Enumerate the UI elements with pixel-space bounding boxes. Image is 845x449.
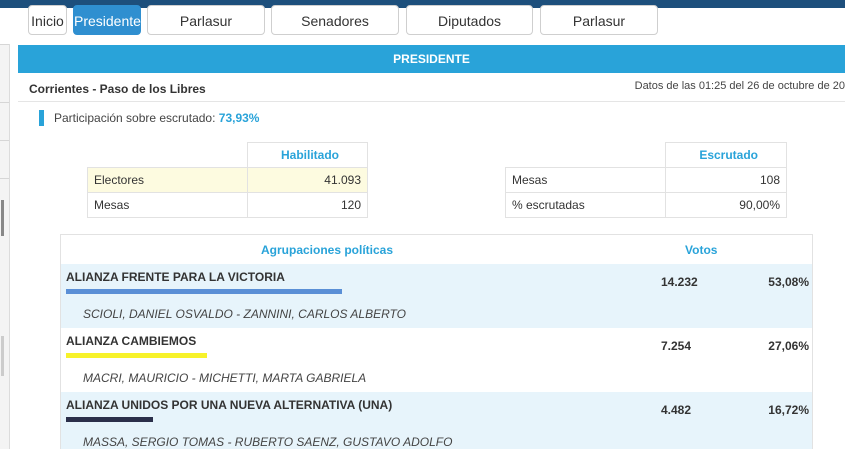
party-candidates: MACRI, MAURICIO - MICHETTI, MARTA GABRIE…: [83, 371, 367, 385]
tab-inicio[interactable]: Inicio: [28, 5, 67, 35]
sidebar-divider: [0, 102, 9, 103]
row-label: Mesas: [505, 167, 666, 193]
row-label: % escrutadas: [505, 192, 666, 218]
column-header-votes: Votos: [685, 243, 718, 257]
table-row: Mesas 108: [505, 167, 787, 193]
party-vote-bar: [66, 353, 207, 358]
party-votes: 4.482: [661, 403, 692, 417]
party-name: ALIANZA UNIDOS POR UNA NUEVA ALTERNATIVA…: [66, 398, 393, 412]
row-value: 90,00%: [665, 192, 787, 218]
sidebar-scrollbar-track: [1, 336, 4, 376]
escrutado-header: Escrutado: [665, 142, 787, 168]
row-value: 108: [665, 167, 787, 193]
table-row: % escrutadas 90,00%: [505, 192, 787, 218]
participation-label: Participación sobre escrutado:: [54, 111, 216, 125]
table-row: Electores 41.093: [87, 167, 368, 193]
tab-diputados-nacionales[interactable]: Diputados Nacionales: [406, 5, 533, 59]
habilitado-table: Habilitado Electores 41.093 Mesas 120: [87, 142, 368, 218]
row-label: Mesas: [87, 192, 248, 218]
sidebar: [0, 44, 10, 449]
results-header: Agrupaciones políticas Votos: [61, 235, 812, 264]
party-percent: 16,72%: [768, 403, 809, 417]
tab-presidente[interactable]: Presidente: [73, 5, 141, 35]
column-header-groups: Agrupaciones políticas: [261, 243, 394, 257]
table-header-blank: [505, 142, 666, 168]
divider: [18, 101, 845, 102]
tab-parlasur-nacionales[interactable]: Parlasur Nacionales: [147, 5, 265, 59]
tab-senadores-nacionales[interactable]: Senadores Nacionales: [271, 5, 399, 59]
sidebar-scrollbar[interactable]: [1, 200, 4, 236]
party-row: ALIANZA UNIDOS POR UNA NUEVA ALTERNATIVA…: [61, 392, 812, 449]
party-votes: 14.232: [661, 275, 698, 289]
habilitado-header: Habilitado: [247, 142, 368, 168]
party-row: ALIANZA CAMBIEMOS MACRI, MAURICIO - MICH…: [61, 328, 812, 392]
escrutado-table: Escrutado Mesas 108 % escrutadas 90,00%: [505, 142, 787, 218]
sidebar-divider: [0, 140, 9, 141]
tab-parlasur-regionales[interactable]: Parlasur Regionales: [540, 5, 658, 59]
results-table: Agrupaciones políticas Votos ALIANZA FRE…: [60, 234, 813, 449]
row-value: 120: [247, 192, 368, 218]
party-name: ALIANZA CAMBIEMOS: [66, 334, 197, 348]
party-percent: 53,08%: [768, 275, 809, 289]
party-votes: 7.254: [661, 339, 692, 353]
party-candidates: SCIOLI, DANIEL OSVALDO - ZANNINI, CARLOS…: [83, 307, 406, 321]
party-vote-bar: [66, 417, 153, 422]
section-header: PRESIDENTE: [18, 45, 845, 73]
party-percent: 27,06%: [768, 339, 809, 353]
party-row: ALIANZA FRENTE PARA LA VICTORIA SCIOLI, …: [61, 264, 812, 328]
party-name: ALIANZA FRENTE PARA LA VICTORIA: [66, 270, 285, 284]
table-row: Mesas 120: [87, 192, 368, 218]
participation-value: 73,93%: [218, 111, 260, 125]
row-label: Electores: [87, 167, 248, 193]
row-value: 41.093: [247, 167, 368, 193]
table-header-blank: [87, 142, 248, 168]
party-candidates: MASSA, SERGIO TOMAS - RUBERTO SAENZ, GUS…: [83, 435, 453, 449]
data-timestamp: Datos de las 01:25 del 26 de octubre de …: [634, 80, 845, 92]
location-title: Corrientes - Paso de los Libres: [29, 82, 206, 96]
sidebar-divider: [0, 44, 9, 45]
party-vote-bar: [66, 289, 342, 294]
participation-indicator: Participación sobre escrutado: 73,93%: [39, 110, 259, 126]
sidebar-divider: [0, 178, 9, 179]
